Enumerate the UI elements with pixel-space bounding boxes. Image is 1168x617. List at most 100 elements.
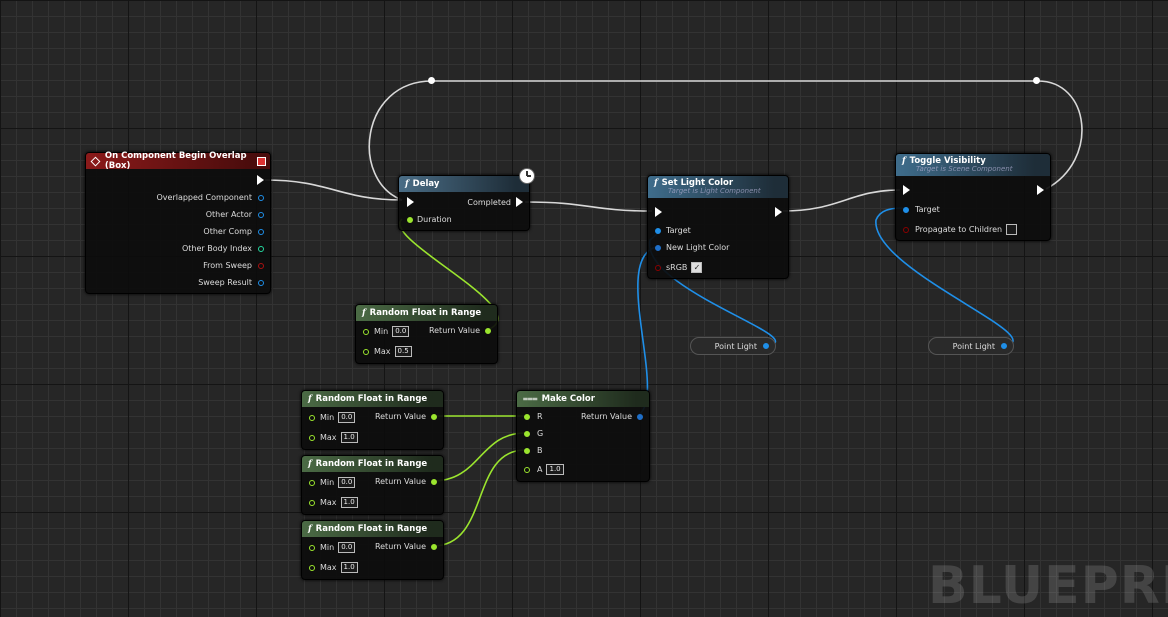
object-pin[interactable]	[655, 227, 661, 234]
wire-layer	[264, 80, 1083, 547]
struct-pin[interactable]	[258, 279, 264, 286]
max-value-field[interactable]: 1.0	[340, 432, 358, 443]
random-float-node-g[interactable]: f Random Float in Range Min 0.0 Return Val…	[301, 455, 444, 515]
min-row: Min 0.0	[363, 326, 410, 337]
event-output-row: Overlapped Component	[156, 193, 264, 202]
object-out-pin[interactable]	[1001, 343, 1007, 349]
random-float-header[interactable]: f Random Float in Range	[302, 521, 443, 537]
bool-pin[interactable]	[258, 262, 264, 269]
max-value-field[interactable]: 1.0	[340, 562, 358, 573]
exec-out-pin[interactable]	[1037, 185, 1044, 195]
float-pin[interactable]	[309, 414, 315, 421]
exec-out-pin[interactable]	[775, 207, 782, 217]
max-value-field[interactable]: 1.0	[340, 497, 358, 508]
point-light-variable-2[interactable]: Point Light	[928, 337, 1014, 355]
exec-in-pin[interactable]	[655, 207, 662, 217]
event-node-begin-overlap[interactable]: On Component Begin Overlap (Box) Overlap…	[85, 151, 271, 294]
object-pin[interactable]	[258, 211, 264, 218]
min-row: Min 0.0	[309, 412, 356, 423]
random-float-header[interactable]: f Random Float in Range	[302, 391, 443, 407]
float-pin[interactable]	[363, 328, 369, 335]
min-value-field[interactable]: 0.0	[338, 542, 356, 553]
pin-label: B	[537, 446, 543, 455]
propagate-checkbox[interactable]	[1006, 224, 1018, 235]
make-color-node[interactable]: ⩶ Make Color R Return Value G B A 1.0	[516, 390, 650, 482]
pin-label: Max	[320, 433, 337, 442]
float-pin[interactable]	[309, 499, 315, 506]
min-row: Min 0.0	[309, 477, 356, 488]
random-float-title: Random Float in Range	[315, 459, 428, 469]
exec-out-pin[interactable]	[257, 175, 264, 185]
event-node-header[interactable]: On Component Begin Overlap (Box)	[86, 151, 270, 171]
delay-node[interactable]: f Delay Completed Duration	[398, 168, 535, 231]
make-color-header[interactable]: ⩶ Make Color	[517, 391, 649, 407]
float-pin[interactable]	[309, 564, 315, 571]
float-wire-b	[432, 449, 526, 547]
max-row: Max 0.5	[363, 346, 412, 357]
exec-in-pin[interactable]	[407, 197, 414, 207]
function-icon: f	[405, 179, 409, 189]
return-row: Return Value	[375, 412, 437, 421]
float-pin[interactable]	[309, 434, 315, 441]
set-light-color-node[interactable]: f Set Light Color Target is Light Compon…	[647, 175, 789, 279]
set-light-header[interactable]: f Set Light Color Target is Light Compon…	[648, 176, 788, 198]
event-icon	[90, 156, 101, 166]
float-pin[interactable]	[363, 348, 369, 355]
random-float-node-b[interactable]: f Random Float in Range Min 0.0 Return Val…	[301, 520, 444, 580]
bool-pin[interactable]	[655, 264, 661, 271]
float-wire-g	[432, 432, 526, 482]
pin-label: Other Comp	[203, 227, 252, 236]
reroute-knot-left[interactable]	[428, 77, 435, 84]
float-out-pin[interactable]	[431, 478, 437, 485]
return-row: Return Value	[375, 477, 437, 486]
toggle-visibility-node[interactable]: f Toggle Visibility Target is Scene Comp…	[895, 153, 1051, 241]
pin-label: Max	[374, 347, 391, 356]
min-value-field[interactable]: 0.0	[338, 412, 356, 423]
srgb-checkbox[interactable]: ✓	[691, 262, 703, 273]
bool-pin[interactable]	[903, 226, 909, 233]
function-icon: f	[654, 178, 658, 188]
float-pin[interactable]	[309, 479, 315, 486]
float-pin[interactable]	[524, 430, 530, 437]
int-pin[interactable]	[258, 245, 264, 252]
object-out-pin[interactable]	[763, 343, 769, 349]
object-pin[interactable]	[258, 228, 264, 235]
reroute-knot-right[interactable]	[1033, 77, 1040, 84]
event-output-row: From Sweep	[203, 261, 264, 270]
float-pin[interactable]	[524, 413, 530, 420]
random-float-node-r[interactable]: f Random Float in Range Min 0.0 Return Val…	[301, 390, 444, 450]
pin-label: Other Actor	[205, 210, 252, 219]
float-out-pin[interactable]	[485, 327, 491, 334]
float-out-pin[interactable]	[431, 543, 437, 550]
return-row: Return Value	[375, 542, 437, 551]
delay-node-header[interactable]: f Delay	[399, 168, 535, 192]
blueprint-watermark: BLUEPRIN	[928, 556, 1168, 616]
random-float-header[interactable]: f Random Float in Range	[302, 456, 443, 472]
struct-pin[interactable]	[655, 244, 661, 251]
set-light-exec-in	[655, 207, 662, 217]
toggle-header[interactable]: f Toggle Visibility Target is Scene Comp…	[896, 154, 1050, 176]
min-value-field[interactable]: 0.0	[338, 477, 356, 488]
event-output-row: Other Body Index	[182, 244, 264, 253]
object-pin[interactable]	[903, 206, 909, 213]
max-row: Max 1.0	[309, 562, 358, 573]
min-value-field[interactable]: 0.0	[392, 326, 410, 337]
pin-label: Return Value	[374, 412, 426, 421]
exec-in-pin[interactable]	[903, 185, 910, 195]
float-out-pin[interactable]	[431, 413, 437, 420]
random-float-node-duration[interactable]: f Random Float in Range Min 0.0 Return Val…	[355, 304, 498, 364]
random-float-header[interactable]: f Random Float in Range	[356, 305, 497, 321]
object-pin[interactable]	[258, 194, 264, 201]
event-output-row: Other Comp	[203, 227, 264, 236]
point-light-variable-1[interactable]: Point Light	[690, 337, 776, 355]
float-pin[interactable]	[407, 216, 413, 223]
variable-label: Point Light	[952, 341, 995, 351]
float-pin[interactable]	[309, 544, 315, 551]
a-value-field[interactable]: 1.0	[546, 464, 564, 475]
pin-label: Sweep Result	[198, 278, 252, 287]
max-value-field[interactable]: 0.5	[394, 346, 412, 357]
float-pin[interactable]	[524, 466, 530, 473]
struct-out-pin[interactable]	[637, 413, 643, 420]
float-pin[interactable]	[524, 447, 530, 454]
exec-out-pin[interactable]	[516, 197, 523, 207]
